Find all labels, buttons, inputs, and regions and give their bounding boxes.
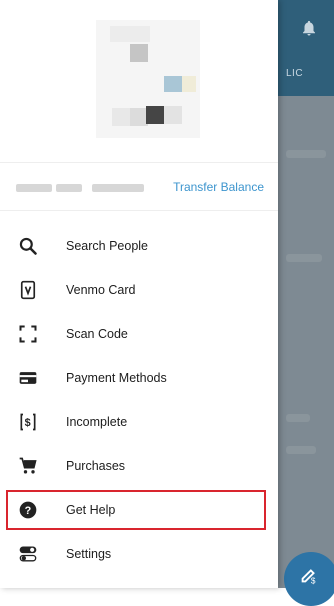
navigation-drawer: Transfer Balance Search People Venmo Car… — [0, 0, 278, 588]
settings-toggle-icon — [18, 544, 38, 564]
balance-blur — [92, 184, 144, 192]
transfer-balance-link[interactable]: Transfer Balance — [173, 180, 264, 194]
menu-item-purchases[interactable]: Purchases — [8, 446, 266, 486]
cart-icon — [18, 456, 38, 476]
credit-card-icon — [18, 368, 38, 388]
search-icon — [18, 236, 38, 256]
menu-item-label: Settings — [66, 547, 112, 561]
avatar[interactable] — [96, 20, 200, 138]
background-feed-blur — [286, 150, 326, 158]
menu-item-label: Purchases — [66, 459, 126, 473]
svg-text:$: $ — [311, 576, 316, 585]
background-tab-label: LIC — [286, 68, 304, 79]
svg-text:?: ? — [25, 505, 32, 517]
menu-item-label: Get Help — [66, 503, 116, 517]
menu-item-label: Payment Methods — [66, 371, 167, 385]
menu-item-scan-code[interactable]: Scan Code — [8, 314, 266, 354]
menu-item-settings[interactable]: Settings — [8, 534, 266, 574]
menu-item-search-people[interactable]: Search People — [8, 226, 266, 266]
menu-item-label: Venmo Card — [66, 283, 136, 297]
menu-item-label: Scan Code — [66, 327, 128, 341]
pay-request-fab[interactable]: $ — [284, 552, 334, 606]
username-blur — [16, 184, 52, 192]
pay-icon: $ — [301, 569, 316, 585]
menu-item-label: Incomplete — [66, 415, 128, 429]
menu-item-payment-methods[interactable]: Payment Methods — [8, 358, 266, 398]
username-blur — [56, 184, 82, 192]
background-feed-blur — [286, 414, 310, 422]
background-header: LIC — [278, 0, 334, 96]
menu-item-incomplete[interactable]: $ Incomplete — [8, 402, 266, 442]
background-app: LIC $ — [278, 0, 334, 606]
menu-item-label: Search People — [66, 239, 149, 253]
bell-icon[interactable] — [300, 18, 318, 38]
divider — [0, 162, 278, 163]
profile-header — [0, 0, 278, 160]
menu-item-get-help[interactable]: ? Get Help — [8, 490, 266, 530]
divider — [0, 210, 278, 211]
background-feed-blur — [286, 254, 322, 262]
background-feed-blur — [286, 446, 316, 454]
scan-code-icon — [18, 324, 38, 344]
incomplete-dollar-icon: $ — [18, 412, 38, 432]
help-icon: ? — [18, 500, 38, 520]
balance-row: Transfer Balance — [0, 170, 278, 206]
svg-text:$: $ — [25, 417, 31, 429]
venmo-card-icon — [18, 280, 38, 300]
menu-item-venmo-card[interactable]: Venmo Card — [8, 270, 266, 310]
